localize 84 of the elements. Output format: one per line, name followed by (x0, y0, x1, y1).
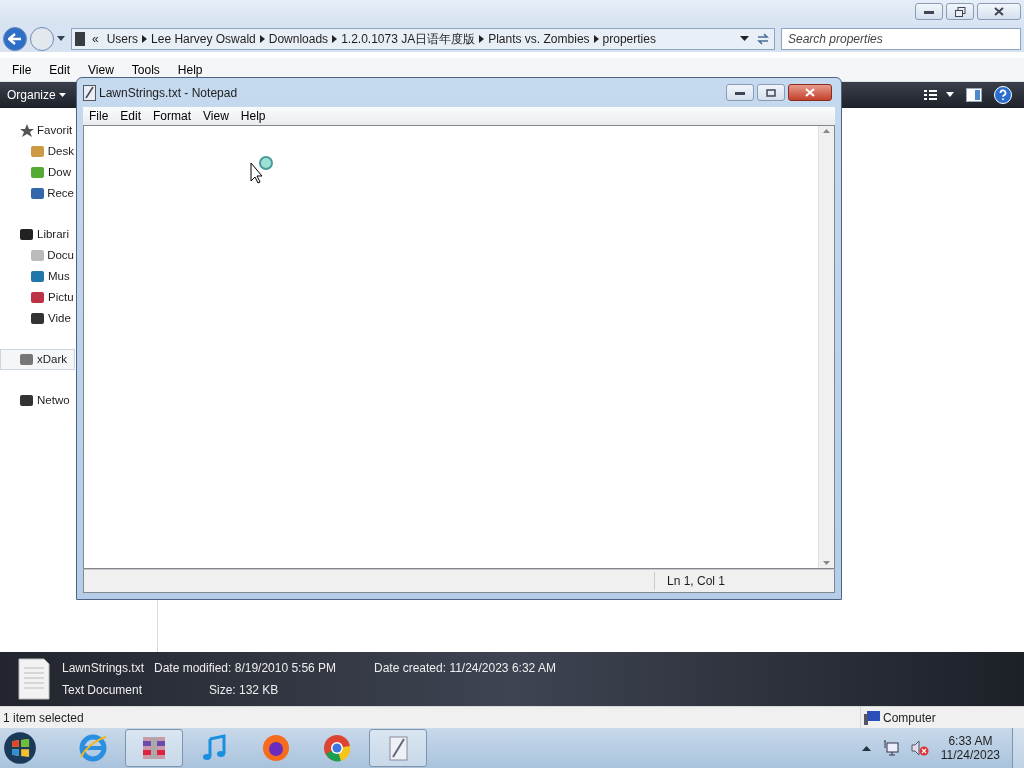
menu-item[interactable]: Help (234, 107, 272, 125)
caret-icon (58, 93, 66, 97)
minimize-button[interactable] (915, 3, 943, 20)
chevron-icon[interactable] (479, 34, 485, 43)
nav-item[interactable]: Mus (0, 266, 75, 287)
notepad-icon (83, 84, 96, 101)
breadcrumb-item[interactable]: Lee Harvey Oswald (147, 29, 260, 48)
back-button[interactable] (3, 26, 27, 51)
nav-item[interactable]: Pictu (0, 287, 75, 308)
search-field[interactable]: Search properties (781, 27, 1021, 50)
file-type: Text Document (62, 682, 144, 699)
nav-item[interactable]: xDark (0, 349, 75, 370)
close-button[interactable] (788, 84, 832, 101)
nav-item[interactable]: Desk (0, 141, 75, 162)
scrollbar[interactable] (818, 126, 834, 568)
date-modified-text: Date modified: 8/19/2010 5:56 PM (154, 660, 338, 677)
nav-item[interactable]: Dow (0, 162, 75, 183)
view-options-icon[interactable] (924, 90, 954, 100)
nav-item[interactable]: Librari (0, 224, 75, 245)
nav-item[interactable]: Docu (0, 245, 75, 266)
menu-item[interactable]: Format (147, 107, 198, 125)
maximize-button[interactable] (757, 84, 785, 101)
muted-speaker-icon[interactable] (910, 740, 929, 756)
close-icon (805, 88, 815, 97)
preview-pane-icon[interactable] (966, 88, 982, 102)
status-text: 1 item selected (2, 709, 85, 727)
start-button[interactable] (3, 731, 37, 765)
breadcrumb-item[interactable]: Plants vs. Zombies (484, 29, 594, 48)
show-hidden-icons-icon[interactable] (861, 745, 871, 751)
nav-item[interactable]: Vide (0, 308, 75, 329)
fox-browser-icon (261, 733, 291, 763)
browser-e-icon (78, 733, 108, 763)
menu-item[interactable]: Help (168, 60, 212, 79)
breadcrumb-item[interactable]: Downloads (264, 29, 333, 48)
busy-cursor-icon (250, 156, 276, 184)
dropdown-arrow-icon[interactable] (57, 36, 65, 41)
breadcrumb-item[interactable]: 1.2.0.1073 JA日语年度版 (337, 29, 480, 48)
overflow-chevrons[interactable]: « (88, 29, 103, 48)
menu-item[interactable]: Tools (122, 60, 169, 79)
refresh-icon[interactable] (755, 31, 771, 46)
dropdown-arrow-icon[interactable] (740, 36, 749, 41)
chevron-icon[interactable] (332, 34, 338, 43)
minimize-icon (735, 90, 745, 95)
file-size-text: Size: 132 KB (209, 682, 279, 699)
restore-button[interactable] (946, 3, 974, 20)
menu-item[interactable]: File (3, 60, 41, 79)
computer-icon (864, 710, 880, 725)
scroll-up-icon[interactable] (823, 129, 830, 133)
date-created-text: Date created: 11/24/2023 6:32 AM (374, 660, 556, 677)
restore-icon (954, 6, 966, 17)
maximize-icon (766, 88, 776, 97)
chevron-icon[interactable] (259, 34, 265, 43)
menu-item[interactable]: View (197, 107, 235, 125)
network-icon[interactable] (882, 740, 899, 756)
organize-button[interactable]: Organize (6, 85, 67, 105)
nav-item[interactable]: Rece (0, 183, 75, 204)
clock-date[interactable]: 11/24/2023 (940, 748, 1000, 763)
chevron-icon[interactable] (593, 34, 599, 43)
chrome-browser-icon (322, 733, 352, 763)
minimize-button[interactable] (726, 84, 754, 101)
menu-item[interactable]: Edit (40, 60, 80, 79)
help-icon[interactable] (994, 86, 1012, 104)
breadcrumb-item[interactable]: properties (598, 29, 660, 48)
close-button[interactable] (977, 3, 1021, 20)
taskbar-button[interactable] (125, 729, 183, 767)
taskbar-button[interactable] (369, 729, 427, 767)
back-arrow-icon (8, 32, 22, 45)
clock-time[interactable]: 6:33 AM (948, 733, 993, 748)
location-text: Computer (883, 709, 936, 727)
chevron-icon[interactable] (142, 34, 148, 43)
menu-item[interactable]: File (83, 107, 115, 125)
nav-item[interactable]: Favorit (0, 120, 75, 141)
scroll-down-icon[interactable] (823, 561, 830, 565)
breadcrumb-item[interactable]: Users (102, 29, 143, 48)
menu-item[interactable]: Edit (114, 107, 148, 125)
minimize-icon (924, 9, 934, 14)
menu-item[interactable]: View (79, 60, 123, 79)
nav-item[interactable]: Netwo (0, 390, 75, 411)
cursor-position-text: Ln 1, Col 1 (654, 572, 834, 590)
close-icon (994, 7, 1004, 16)
address-bar[interactable]: « Users Lee Harvey Oswald Downloads 1.2.0.1073 JA日语年度版 Plants vs. Zombies properties (71, 27, 775, 50)
window-title: LawnStrings.txt - Notepad (99, 84, 238, 102)
document-icon (18, 658, 50, 700)
file-name: LawnStrings.txt (62, 660, 146, 677)
